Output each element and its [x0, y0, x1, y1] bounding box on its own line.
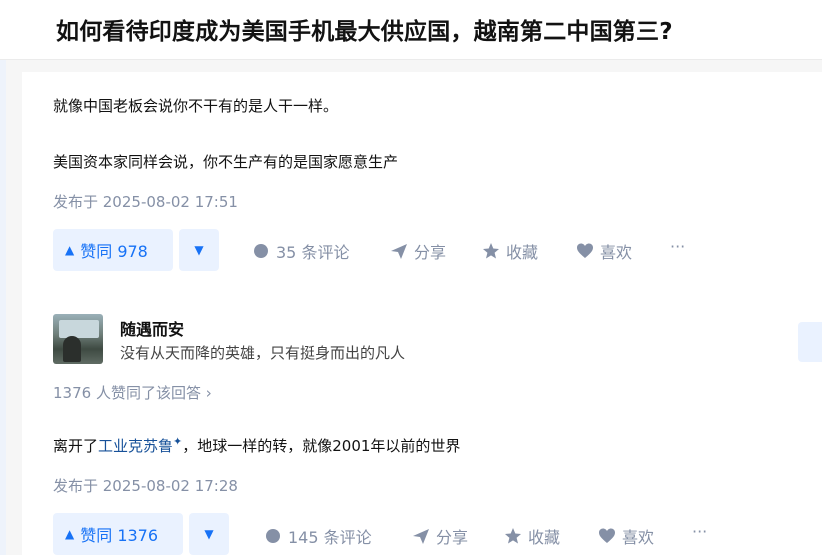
follow-button[interactable]: [798, 322, 822, 362]
topic-link-mark: ✦: [173, 435, 183, 448]
upvote-triangle-icon: ▲: [65, 243, 75, 257]
share-paper-plane-icon: [413, 529, 429, 544]
comment-bubble-icon: [254, 244, 268, 258]
answer1-paragraph-1: 就像中国老板会说你不干有的是人干一样。: [53, 97, 339, 115]
answer2-content-prefix: 离开了: [53, 437, 99, 455]
left-accent-bar: [0, 0, 6, 555]
downvote-triangle-icon: ▼: [194, 243, 204, 257]
share-paper-plane-icon: [391, 244, 407, 259]
star-icon: [505, 528, 521, 544]
answer1-comments-button[interactable]: 35 条评论: [252, 239, 349, 263]
avatar-window: [59, 320, 99, 338]
answer2-upvote-label: 赞同 1376: [80, 526, 159, 545]
author-bio: 没有从天而降的英雄，只有挺身而出的凡人: [120, 344, 406, 362]
answer2-like-button[interactable]: 喜欢: [598, 524, 654, 548]
answers-card: 就像中国老板会说你不干有的是人干一样。 美国资本家同样会说，你不生产有的是国家愿…: [22, 72, 822, 555]
avatar-person: [63, 336, 81, 362]
comment-bubble-icon: [266, 529, 280, 543]
answer2-comments-label: 145 条评论: [288, 528, 372, 547]
answer2-share-button[interactable]: 分享: [412, 524, 468, 548]
answer1-downvote-button[interactable]: ▼: [179, 229, 219, 271]
upvote-summary-link[interactable]: 1376 人赞同了该回答 ›: [53, 382, 212, 403]
heart-icon: [577, 243, 593, 258]
answer1-collect-button[interactable]: 收藏: [482, 239, 538, 263]
answer2-published-time[interactable]: 发布于 2025-08-02 17:28: [53, 475, 238, 496]
answer1-published-time[interactable]: 发布于 2025-08-02 17:51: [53, 191, 238, 212]
answer1-like-button[interactable]: 喜欢: [576, 239, 632, 263]
question-title[interactable]: 如何看待印度成为美国手机最大供应国，越南第二中国第三?: [56, 12, 673, 46]
author-name[interactable]: 随遇而安: [120, 316, 184, 340]
topic-link[interactable]: 工业克苏鲁: [98, 437, 173, 455]
answer2-collect-button[interactable]: 收藏: [504, 524, 560, 548]
answer1-comments-label: 35 条评论: [276, 243, 350, 262]
answer2-comments-button[interactable]: 145 条评论: [264, 524, 372, 548]
downvote-triangle-icon: ▼: [204, 527, 214, 541]
answer1-share-label: 分享: [414, 243, 447, 262]
answer1-more-button[interactable]: ···: [670, 237, 685, 256]
answer2-share-label: 分享: [436, 528, 469, 547]
answer2-collect-label: 收藏: [528, 528, 561, 547]
answer2-downvote-button[interactable]: ▼: [189, 513, 229, 555]
author-avatar[interactable]: [53, 314, 103, 364]
answer1-share-button[interactable]: 分享: [390, 239, 446, 263]
more-dots-icon: ···: [670, 237, 686, 256]
heart-icon: [599, 528, 615, 543]
question-header: 如何看待印度成为美国手机最大供应国，越南第二中国第三?: [0, 0, 822, 60]
answer2-like-label: 喜欢: [622, 528, 655, 547]
answer1-like-label: 喜欢: [600, 243, 633, 262]
answer1-upvote-button[interactable]: ▲ 赞同 978: [53, 229, 173, 271]
answer2-content: 离开了工业克苏鲁✦，地球一样的转，就像2001年以前的世界: [53, 435, 460, 456]
answer1-paragraph-2: 美国资本家同样会说，你不生产有的是国家愿意生产: [53, 153, 399, 171]
answer1-upvote-label: 赞同 978: [80, 242, 148, 261]
answer2-more-button[interactable]: ···: [692, 522, 707, 541]
star-icon: [483, 243, 499, 259]
answer2-content-suffix: ，地球一样的转，就像2001年以前的世界: [182, 437, 461, 455]
upvote-triangle-icon: ▲: [65, 527, 75, 541]
answer1-collect-label: 收藏: [506, 243, 539, 262]
more-dots-icon: ···: [692, 522, 708, 541]
answer2-upvote-button[interactable]: ▲ 赞同 1376: [53, 513, 183, 555]
